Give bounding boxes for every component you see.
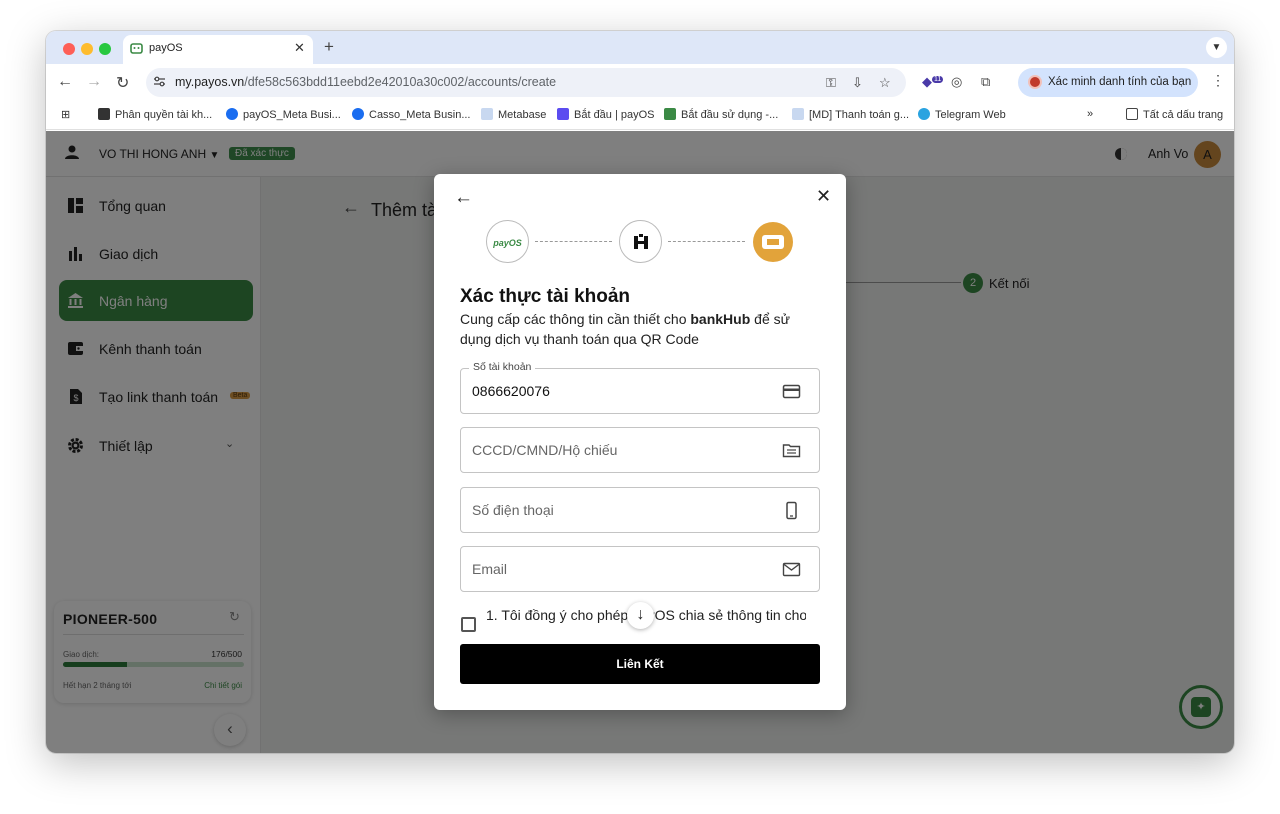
- forward-arrow-icon[interactable]: →: [86, 73, 102, 91]
- minimize-window-button[interactable]: [81, 43, 93, 55]
- gmail-icon: [792, 108, 804, 120]
- tab-close-icon[interactable]: ✕: [294, 40, 305, 56]
- bookmark-item[interactable]: Bắt đầu sử dụng -...: [664, 108, 778, 121]
- bankhub-h-icon: [633, 233, 648, 249]
- link-submit-button[interactable]: Liên Kết: [460, 644, 820, 684]
- subtitle-bankhub: bankHub: [690, 311, 751, 327]
- profile-verification-chip[interactable]: Xác minh danh tính của bạn: [1018, 68, 1198, 97]
- bank-logo-icon: [753, 222, 793, 262]
- phone-icon: [786, 501, 797, 520]
- extension-circle-icon[interactable]: ◎: [951, 74, 962, 90]
- close-icon[interactable]: ✕: [816, 186, 831, 207]
- bookmark-label: Metabase: [498, 109, 547, 121]
- folder-icon: [1126, 108, 1138, 120]
- mail-icon: [782, 562, 801, 577]
- tab-strip: payOS ✕ + ▼: [46, 31, 1234, 64]
- bookmark-label: Bắt đầu sử dụng -...: [681, 109, 779, 121]
- site-info-icon[interactable]: [153, 75, 166, 88]
- id-card-field[interactable]: CCCD/CMND/Hộ chiếu: [460, 427, 820, 473]
- bookmark-label: payOS_Meta Busi...: [243, 109, 341, 121]
- bookmark-item[interactable]: [MD] Thanh toán g...: [792, 108, 909, 121]
- install-app-icon[interactable]: ⇩: [852, 75, 863, 91]
- dialog-subtitle: Cung cấp các thông tin cần thiết cho ban…: [460, 309, 820, 349]
- meta-icon: [226, 108, 238, 120]
- bookmarks-overflow-icon[interactable]: »: [1087, 108, 1093, 120]
- extensions-puzzle-icon[interactable]: ⧉: [981, 74, 990, 90]
- bookmark-label: Bắt đầu | payOS: [574, 109, 655, 121]
- browser-menu-icon[interactable]: ⋮: [1211, 72, 1225, 89]
- bankhub-logo: [619, 220, 662, 263]
- metabase-icon: [481, 108, 493, 120]
- bookmark-label: Telegram Web: [935, 109, 1006, 121]
- subtitle-text: Cung cấp các thông tin cần thiết cho: [460, 311, 691, 327]
- email-field[interactable]: Email: [460, 546, 820, 592]
- telegram-icon: [918, 108, 930, 120]
- address-bar[interactable]: my.payos.vn/dfe58c563bdd11eebd2e42010a30…: [146, 68, 906, 97]
- url-host: my.payos.vn: [175, 75, 245, 89]
- back-arrow-icon[interactable]: ←: [454, 187, 473, 209]
- tab-title: payOS: [149, 42, 183, 54]
- all-bookmarks-folder[interactable]: Tất cả dấu trang: [1126, 108, 1223, 121]
- bookmark-item[interactable]: Casso_Meta Busin...: [352, 108, 471, 121]
- tab-search-chevron-icon[interactable]: ▼: [1206, 37, 1227, 58]
- profile-chip-label: Xác minh danh tính của bạn: [1048, 76, 1192, 88]
- reload-icon[interactable]: ↻: [116, 73, 129, 93]
- all-bookmarks-label: Tất cả dấu trang: [1143, 109, 1224, 121]
- payos-purple-icon: [557, 108, 569, 120]
- payos-logo-text: payOS: [493, 238, 522, 248]
- bookmark-label: Phân quyền tài kh...: [115, 109, 213, 121]
- field-label: Số tài khoản: [469, 361, 536, 373]
- id-card-placeholder: CCCD/CMND/Hộ chiếu: [472, 442, 618, 458]
- phone-field[interactable]: Số điện thoại: [460, 487, 820, 533]
- verify-account-dialog: ← ✕ payOS Xác thực tài khoản Cung cấp cá…: [434, 174, 846, 710]
- dialog-title: Xác thực tài khoản: [460, 286, 631, 307]
- stack-icon: [98, 108, 110, 120]
- bookmark-item[interactable]: Telegram Web: [918, 108, 1006, 121]
- bookmark-item[interactable]: Metabase: [481, 108, 546, 121]
- new-tab-button[interactable]: +: [324, 37, 334, 57]
- connector-line: [535, 241, 612, 242]
- profile-avatar-icon: [1028, 75, 1042, 89]
- url-path: /dfe58c563bdd11eebd2e42010a30c002/accoun…: [244, 75, 557, 89]
- browser-toolbar: ← → ↻ my.payos.vn/dfe58c563bdd11eebd2e42…: [46, 64, 1234, 100]
- apps-grid-icon[interactable]: ⊞: [61, 108, 70, 121]
- credit-card-icon: [782, 384, 801, 399]
- bookmarks-bar: ⊞ Phân quyền tài kh... payOS_Meta Busi..…: [46, 100, 1234, 130]
- payos-logo: payOS: [486, 220, 529, 263]
- id-document-icon: [782, 444, 801, 458]
- agreement-checkbox[interactable]: [461, 617, 476, 632]
- scroll-down-arrow-icon[interactable]: ↓: [627, 602, 654, 629]
- extension-badge: 11: [932, 75, 944, 83]
- password-key-icon[interactable]: ⚿: [826, 75, 836, 91]
- bookmark-star-icon[interactable]: ☆: [879, 75, 891, 91]
- url-text: my.payos.vn/dfe58c563bdd11eebd2e42010a30…: [175, 75, 556, 89]
- close-window-button[interactable]: [63, 43, 75, 55]
- bookmark-item[interactable]: Phân quyền tài kh...: [98, 108, 212, 121]
- account-number-value: 0866620076: [472, 383, 550, 399]
- bookmark-item[interactable]: Bắt đầu | payOS: [557, 108, 655, 121]
- payos-favicon-icon: [130, 43, 143, 54]
- back-arrow-icon[interactable]: ←: [57, 73, 73, 91]
- account-number-field[interactable]: Số tài khoản 0866620076: [460, 361, 820, 414]
- maximize-window-button[interactable]: [99, 43, 111, 55]
- payos-green-icon: [664, 108, 676, 120]
- connector-line: [668, 241, 745, 242]
- bookmark-label: [MD] Thanh toán g...: [809, 109, 910, 121]
- browser-tab-payos[interactable]: payOS ✕: [123, 35, 313, 64]
- extension-icon[interactable]: ◆ 11: [922, 74, 944, 90]
- phone-placeholder: Số điện thoại: [472, 502, 554, 518]
- bookmark-label: Casso_Meta Busin...: [369, 109, 471, 121]
- email-placeholder: Email: [472, 561, 508, 577]
- meta-icon: [352, 108, 364, 120]
- bookmark-item[interactable]: payOS_Meta Busi...: [226, 108, 341, 121]
